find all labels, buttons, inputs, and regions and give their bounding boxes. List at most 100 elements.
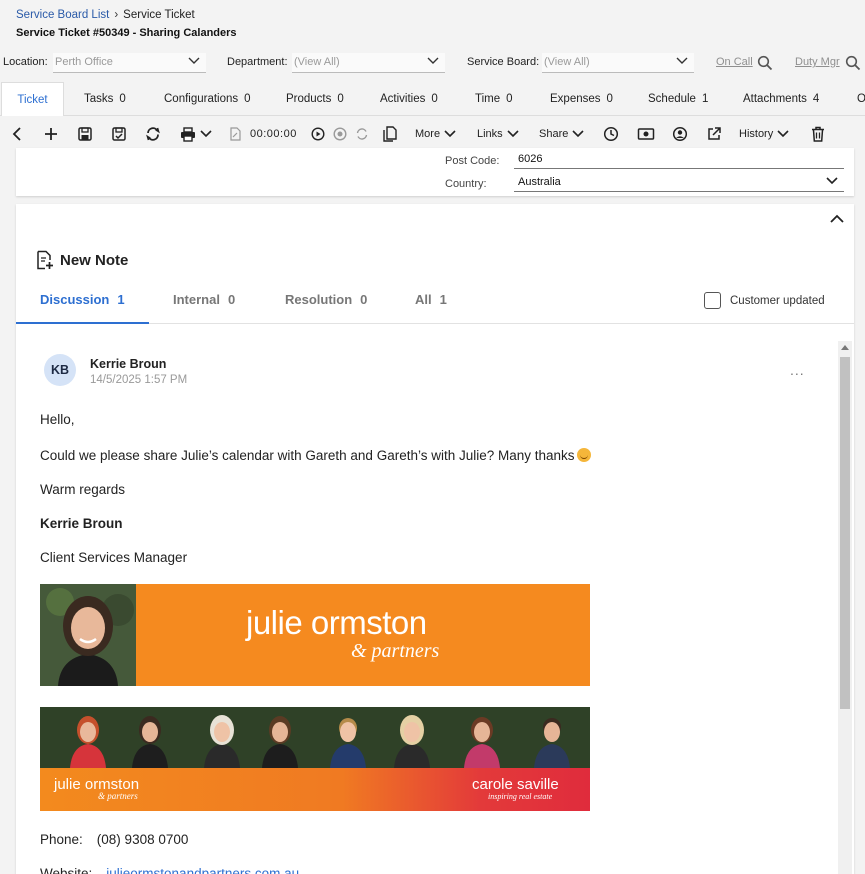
postcode-field[interactable]: 6026: [514, 151, 844, 169]
address-card: Post Code: 6026 Country: Australia: [16, 148, 854, 196]
chevron-right-icon: ›: [114, 9, 119, 21]
search-icon[interactable]: [757, 55, 773, 71]
printer-icon: [181, 127, 195, 142]
copy-button[interactable]: [383, 124, 397, 144]
country-select[interactable]: Australia: [514, 174, 844, 192]
more-menu-button[interactable]: More: [415, 124, 456, 144]
note-body: Could we please share Julie’s calendar w…: [40, 448, 591, 463]
note-greeting: Hello,: [40, 412, 75, 427]
chevron-down-icon: [826, 177, 838, 185]
search-icon[interactable]: [845, 55, 861, 71]
chevron-down-icon: [507, 130, 519, 138]
user-circle-icon: [672, 126, 688, 142]
team-member-photo: [330, 718, 366, 768]
note-scrollbar[interactable]: [838, 341, 852, 874]
on-call-link[interactable]: On Call: [716, 56, 753, 68]
duty-mgr-link[interactable]: Duty Mgr: [795, 56, 840, 68]
open-external-button[interactable]: [706, 124, 722, 144]
timer-note-icon-wrap: [229, 124, 241, 144]
tab-schedule[interactable]: Schedule 1: [648, 82, 708, 116]
external-link-icon: [708, 127, 721, 140]
scroll-up-arrow-icon[interactable]: [841, 345, 849, 350]
clock-button[interactable]: [603, 124, 619, 144]
customer-updated-checkbox[interactable]: Customer updated: [704, 292, 825, 309]
save-icon: [78, 127, 92, 141]
expense-button[interactable]: [637, 124, 655, 144]
add-button[interactable]: [43, 124, 59, 144]
tab-attachments[interactable]: Attachments 4: [743, 82, 819, 116]
department-select[interactable]: (View All): [292, 53, 445, 73]
history-menu-button[interactable]: History: [739, 124, 789, 144]
tab-products[interactable]: Products 0: [286, 82, 344, 116]
tab-activities[interactable]: Activities 0: [380, 82, 438, 116]
chevron-down-icon: [444, 130, 456, 138]
filter-bar: Location: Perth Office Department: (View…: [0, 52, 865, 74]
tab-internal[interactable]: Internal 0: [173, 292, 235, 307]
print-button[interactable]: [179, 124, 212, 144]
banner-brand-name: julie ormston: [246, 604, 427, 641]
customer-updated-label: Customer updated: [730, 294, 825, 307]
team-member-photo: [464, 717, 500, 768]
smiley-emoji-icon: [576, 448, 591, 462]
location-label: Location:: [3, 56, 48, 68]
tab-ticket[interactable]: Ticket: [1, 82, 64, 116]
note-entry: KB Kerrie Broun 14/5/2025 1:57 PM ... He…: [16, 324, 838, 874]
record-icon: [333, 127, 347, 141]
scrollbar-thumb[interactable]: [840, 357, 850, 709]
tab-time[interactable]: Time 0: [475, 82, 513, 116]
chevron-down-icon: [200, 130, 212, 138]
timer-stop-button[interactable]: [333, 124, 347, 144]
tab-tasks[interactable]: Tasks 0: [84, 82, 126, 116]
breadcrumb: Service Board List › Service Ticket: [16, 9, 195, 21]
chevron-down-icon: [572, 130, 584, 138]
tab-overflow[interactable]: O: [857, 82, 865, 116]
country-label: Country:: [445, 178, 487, 190]
save-close-button[interactable]: [111, 124, 127, 144]
contact-button[interactable]: [672, 124, 688, 144]
copy-icon: [383, 126, 397, 142]
tab-all[interactable]: All 1: [415, 292, 447, 307]
signature-banner-julie-ormston: julie ormston & partners: [40, 584, 590, 686]
website-line: Website: julieormstonandpartners.com.au: [40, 866, 299, 874]
banner-brand-sub: & partners: [98, 791, 138, 801]
banner-brand-sub: & partners: [351, 640, 440, 662]
note-signoff: Warm regards: [40, 482, 126, 497]
signature-name: Kerrie Broun: [40, 516, 123, 531]
banner-partner-tagline: inspiring real estate: [488, 792, 553, 801]
avatar: KB: [44, 354, 76, 386]
breadcrumb-current: Service Ticket: [123, 9, 195, 21]
timer-reset-button[interactable]: [355, 124, 369, 144]
chevron-down-icon: [427, 57, 439, 64]
play-icon: [311, 127, 325, 141]
team-member-photo: [262, 716, 298, 768]
tab-discussion[interactable]: Discussion 1: [40, 292, 125, 307]
toolbar: 00:00:00 More Links Share History: [0, 120, 865, 148]
team-member-photo: [204, 715, 240, 768]
share-menu-button[interactable]: Share: [539, 124, 584, 144]
service-board-select[interactable]: (View All): [542, 53, 694, 73]
tab-expenses[interactable]: Expenses 0: [550, 82, 613, 116]
chevron-up-icon[interactable]: [829, 214, 845, 224]
refresh-button[interactable]: [145, 124, 161, 144]
team-member-photo: [534, 718, 570, 768]
tab-resolution[interactable]: Resolution 0: [285, 292, 367, 307]
delete-button[interactable]: [811, 124, 825, 144]
back-button[interactable]: [10, 124, 24, 144]
ticket-tabs: Ticket Tasks 0 Configurations 0 Products 0 …: [0, 82, 865, 116]
website-link[interactable]: julieormstonandpartners.com.au: [106, 866, 299, 874]
document-pencil-icon: [230, 127, 241, 141]
team-photo-background: [40, 707, 590, 768]
links-menu-button[interactable]: Links: [477, 124, 519, 144]
timer-display: 00:00:00: [250, 128, 297, 140]
page-title: Service Ticket #50349 - Sharing Calander…: [16, 27, 237, 39]
refresh-icon: [146, 127, 160, 141]
breadcrumb-service-board-list[interactable]: Service Board List: [16, 9, 109, 21]
new-note-button[interactable]: New Note: [36, 250, 128, 270]
location-select[interactable]: Perth Office: [53, 53, 206, 73]
tab-configurations[interactable]: Configurations 0: [164, 82, 251, 116]
note-options-icon[interactable]: ...: [790, 362, 805, 378]
checkbox-box[interactable]: [704, 292, 721, 309]
chevron-down-icon: [188, 57, 200, 64]
save-button[interactable]: [77, 124, 93, 144]
timer-play-button[interactable]: [311, 124, 325, 144]
